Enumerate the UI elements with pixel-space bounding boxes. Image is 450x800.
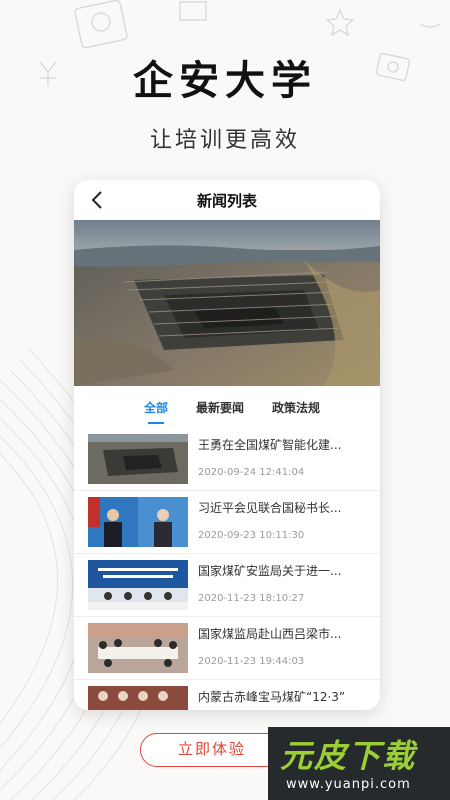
news-time: 2020-11-23 18:10:27: [198, 593, 305, 604]
news-item[interactable]: 王勇在全国煤矿智能化建... 2020-09-24 12:41:04: [74, 428, 380, 491]
app-title: 企安大学: [133, 58, 317, 104]
news-item[interactable]: 国家煤矿安监局关于进一... 2020-11-23 18:10:27: [74, 554, 380, 617]
news-title: 国家煤矿安监局关于进一...: [198, 564, 342, 578]
tab-all[interactable]: 全部: [144, 399, 168, 424]
news-time: 2020-09-23 10:11:30: [198, 530, 305, 541]
banner-image: [74, 220, 380, 386]
news-title: 内蒙古赤峰宝马煤矿“12·3”: [198, 690, 346, 704]
news-thumbnail: [88, 497, 188, 547]
screen-title: 新闻列表: [196, 191, 257, 210]
news-thumbnail: [88, 560, 188, 610]
watermark-logo-text: 元皮下载: [280, 737, 417, 775]
watermark-url: www.yuanpi.com: [286, 777, 411, 792]
nav-bar: 新闻列表: [74, 180, 380, 220]
news-item[interactable]: 内蒙古赤峰宝马煤矿“12·3”: [74, 680, 380, 710]
try-now-button[interactable]: 立即体验: [140, 733, 284, 767]
news-thumbnail: [88, 623, 188, 673]
news-list: 王勇在全国煤矿智能化建... 2020-09-24 12:41:04 习近平会见…: [74, 428, 380, 710]
phone-preview: 新闻列表 全部 最新要闻 政策法规 王勇在全国煤矿智能化建... 2020-09…: [74, 180, 380, 710]
news-title: 王勇在全国煤矿智能化建...: [198, 438, 342, 452]
news-title: 习近平会见联合国秘书长...: [198, 501, 342, 515]
news-time: 2020-11-23 19:44:03: [198, 656, 305, 667]
tab-policies[interactable]: 政策法规: [272, 399, 320, 416]
news-thumbnail: [88, 686, 188, 710]
news-thumbnail: [88, 434, 188, 484]
app-slogan: 让培训更高效: [149, 128, 300, 153]
news-item[interactable]: 习近平会见联合国秘书长... 2020-09-23 10:11:30: [74, 491, 380, 554]
tab-latest-news[interactable]: 最新要闻: [196, 399, 244, 416]
news-title: 国家煤监局赴山西吕梁市...: [198, 627, 342, 641]
news-time: 2020-09-24 12:41:04: [198, 467, 305, 478]
tab-bar: 全部 最新要闻 政策法规: [74, 386, 380, 428]
watermark: 元皮下载 www.yuanpi.com: [268, 727, 450, 800]
chevron-left-icon[interactable]: [86, 188, 110, 212]
news-item[interactable]: 国家煤监局赴山西吕梁市... 2020-11-23 19:44:03: [74, 617, 380, 680]
